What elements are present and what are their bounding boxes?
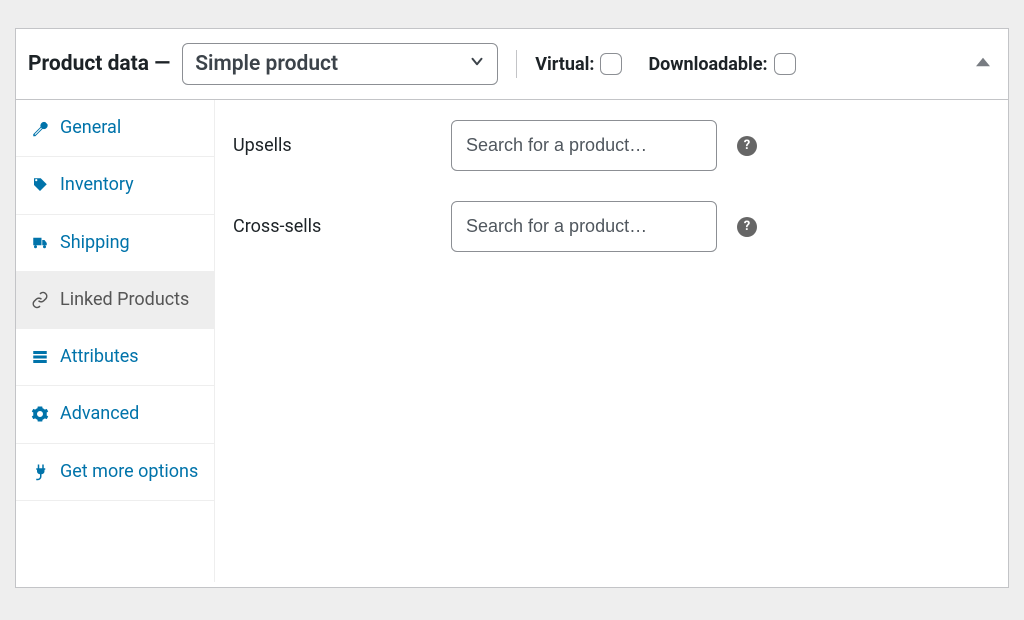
sidebar-item-general[interactable]: General (16, 100, 214, 157)
downloadable-checkbox[interactable] (774, 53, 796, 75)
sidebar-item-label: Shipping (60, 231, 204, 255)
sidebar-item-label: General (60, 116, 204, 140)
list-icon (30, 347, 50, 367)
virtual-option: Virtual: (535, 53, 622, 75)
panel-title: Product data — (28, 52, 170, 76)
sidebar-item-shipping[interactable]: Shipping (16, 215, 214, 272)
cross-sells-search-input[interactable] (451, 201, 717, 252)
panel-body: General Inventory Shipping Linked Produc… (16, 100, 1008, 582)
sidebar-item-get-more-options[interactable]: Get more options (16, 444, 214, 501)
collapse-toggle[interactable] (976, 54, 990, 74)
triangle-up-icon (976, 55, 990, 69)
sidebar-item-advanced[interactable]: Advanced (16, 386, 214, 443)
product-data-panel: Product data — Simple product Virtual: D… (15, 28, 1009, 588)
help-icon[interactable]: ? (737, 217, 757, 237)
gear-icon (30, 404, 50, 424)
link-icon (30, 290, 50, 310)
cross-sells-row: Cross-sells ? (233, 201, 984, 252)
sidebar-item-label: Linked Products (60, 288, 204, 312)
upsells-label: Upsells (233, 135, 451, 156)
truck-icon (30, 233, 50, 253)
sidebar-item-label: Get more options (60, 460, 204, 484)
virtual-checkbox[interactable] (600, 53, 622, 75)
upsells-row: Upsells ? (233, 120, 984, 171)
content-pane: Upsells ? Cross-sells ? (214, 100, 1008, 582)
product-type-select-wrap: Simple product (182, 43, 498, 85)
upsells-search-input[interactable] (451, 120, 717, 171)
wrench-icon (30, 118, 50, 138)
sidebar-item-label: Attributes (60, 345, 204, 369)
divider (516, 50, 517, 78)
sidebar-item-attributes[interactable]: Attributes (16, 329, 214, 386)
product-type-select[interactable]: Simple product (182, 43, 498, 85)
virtual-label: Virtual: (535, 54, 594, 75)
sidebar-item-label: Inventory (60, 173, 204, 197)
cross-sells-label: Cross-sells (233, 216, 451, 237)
help-icon[interactable]: ? (737, 136, 757, 156)
tag-icon (30, 175, 50, 195)
downloadable-label: Downloadable: (648, 54, 767, 75)
sidebar-item-linked-products[interactable]: Linked Products (16, 272, 214, 329)
downloadable-option: Downloadable: (648, 53, 795, 75)
panel-header: Product data — Simple product Virtual: D… (16, 29, 1008, 100)
sidebar-item-label: Advanced (60, 402, 204, 426)
sidebar-item-inventory[interactable]: Inventory (16, 157, 214, 214)
sidebar: General Inventory Shipping Linked Produc… (16, 100, 214, 582)
plug-icon (30, 462, 50, 482)
